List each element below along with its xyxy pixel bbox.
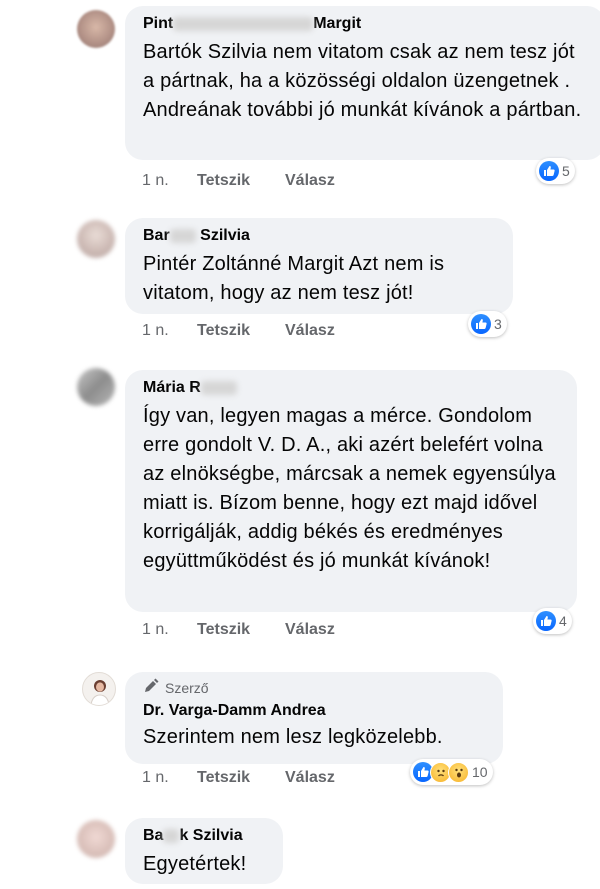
reply-button[interactable]: Válasz: [285, 621, 335, 639]
comment-bubble: Szerző Dr. Varga-Damm Andrea Szerintem n…: [125, 672, 503, 764]
commenter-name[interactable]: Ba k Szilvia: [143, 826, 267, 846]
commenter-name[interactable]: Dr. Varga-Damm Andrea: [143, 701, 487, 721]
commenter-name[interactable]: Bar Szilvia: [143, 226, 497, 246]
like-icon: [539, 161, 559, 181]
reply-button[interactable]: Válasz: [285, 322, 335, 340]
reaction-count[interactable]: 5: [536, 158, 575, 184]
commenter-name[interactable]: Mária R: [143, 378, 561, 398]
wow-icon: [448, 761, 469, 783]
reply-button[interactable]: Válasz: [285, 172, 335, 190]
comment-actions: 1 n. Tetszik Válasz: [142, 172, 335, 190]
comment-text: Így van, legyen magas a mérce. Gondolom …: [143, 405, 556, 572]
comment-time[interactable]: 1 n.: [142, 172, 197, 190]
comment-text: Bartók Szilvia nem vitatom csak az nem t…: [143, 41, 582, 121]
like-icon: [536, 611, 556, 631]
like-icon: [471, 314, 491, 334]
comment-text: Egyetértek!: [143, 853, 247, 875]
comment-time[interactable]: 1 n.: [142, 621, 197, 639]
author-badge: Szerző: [143, 678, 487, 698]
comment-text: Szerintem nem lesz legközelebb.: [143, 726, 443, 748]
reply-button[interactable]: Válasz: [285, 769, 335, 787]
like-button[interactable]: Tetszik: [197, 172, 285, 190]
commenter-avatar[interactable]: [77, 10, 115, 48]
like-button[interactable]: Tetszik: [197, 322, 285, 340]
like-button[interactable]: Tetszik: [197, 621, 285, 639]
comment-bubble: Bar Szilvia Pintér Zoltánné Margit Azt n…: [125, 218, 513, 314]
comment-bubble: Pint Margit Bartók Szilvia nem vitatom cs…: [125, 6, 600, 160]
reaction-count[interactable]: 3: [468, 311, 507, 337]
comment-time[interactable]: 1 n.: [142, 769, 197, 787]
commenter-avatar[interactable]: [77, 820, 115, 858]
comment-text: Pintér Zoltánné Margit Azt nem is vitato…: [143, 253, 445, 304]
reaction-count[interactable]: 4: [533, 608, 572, 634]
comment-actions: 1 n. Tetszik Válasz: [142, 322, 335, 340]
comment-bubble: Mária R Így van, legyen magas a mérce. G…: [125, 370, 577, 612]
comment-actions: 1 n. Tetszik Válasz: [142, 621, 335, 639]
like-button[interactable]: Tetszik: [197, 769, 285, 787]
comment-time[interactable]: 1 n.: [142, 322, 197, 340]
comment-actions: 1 n. Tetszik Válasz: [142, 769, 335, 787]
comment-bubble: Ba k Szilvia Egyetértek!: [125, 818, 283, 884]
author-avatar[interactable]: [82, 672, 116, 706]
pen-icon: [143, 678, 159, 698]
reaction-count[interactable]: 10: [410, 759, 493, 785]
commenter-avatar[interactable]: [77, 220, 115, 258]
commenter-avatar[interactable]: [77, 368, 115, 406]
commenter-name[interactable]: Pint Margit: [143, 14, 589, 34]
